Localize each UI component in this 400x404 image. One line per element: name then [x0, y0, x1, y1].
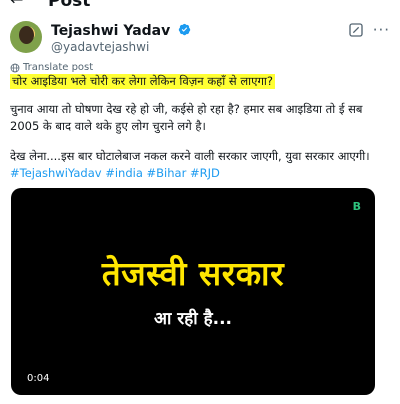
video-duration: 0:04 — [24, 372, 53, 385]
channel-logo: B — [352, 200, 361, 213]
hashtag-link[interactable]: #india — [105, 166, 143, 180]
post-header: ← Post — [0, 0, 400, 12]
avatar-face — [19, 26, 34, 44]
tweet-line-3: देख लेना....इस बार घोटालेबाज नकल करने वा… — [10, 149, 370, 163]
hashtag-list: #TejashwiYadav #india #Bihar #RJD — [10, 165, 390, 182]
verified-badge-icon — [178, 23, 191, 36]
hashtag-link[interactable]: #RJD — [190, 166, 220, 180]
author-name-row[interactable]: Tejashwi Yadav — [51, 23, 191, 40]
translate-label[interactable]: Translate post — [23, 62, 93, 74]
tweet-body: चुनाव आया तो घोषणा देख रहे हो जी, कईसे ह… — [10, 101, 390, 182]
hashtag-link[interactable]: #TejashwiYadav — [10, 166, 102, 180]
tweet-line-2: 2005 के बाद वाले थके हुए लोग चुराने लगे … — [10, 119, 206, 133]
more-options-icon[interactable]: ··· — [373, 21, 390, 39]
globe-icon — [10, 63, 20, 73]
hashtag-link[interactable]: #Bihar — [147, 166, 187, 180]
tweet-line-1: चुनाव आया तो घोषणा देख रहे हो जी, कईसे ह… — [10, 102, 363, 116]
video-player[interactable]: B तेजस्वी सरकार आ रही है... 0:04 — [11, 188, 375, 395]
grok-icon[interactable] — [348, 22, 364, 38]
author-handle[interactable]: @yadavtejashwi — [51, 40, 149, 55]
page-title: Post — [48, 0, 91, 11]
video-headline: तेजस्वी सरकार — [101, 254, 285, 293]
back-arrow-icon[interactable]: ← — [10, 0, 23, 10]
translate-post-link[interactable]: Translate post — [10, 62, 93, 74]
author-row: Tejashwi Yadav @yadavtejashwi ··· — [10, 20, 390, 60]
video-subline: आ रही है... — [154, 309, 232, 329]
author-name[interactable]: Tejashwi Yadav — [51, 23, 170, 39]
highlighted-text: चोर आइडिया भले चोरी कर लेगा लेकिन विज़न … — [10, 74, 276, 89]
avatar[interactable] — [10, 21, 42, 53]
